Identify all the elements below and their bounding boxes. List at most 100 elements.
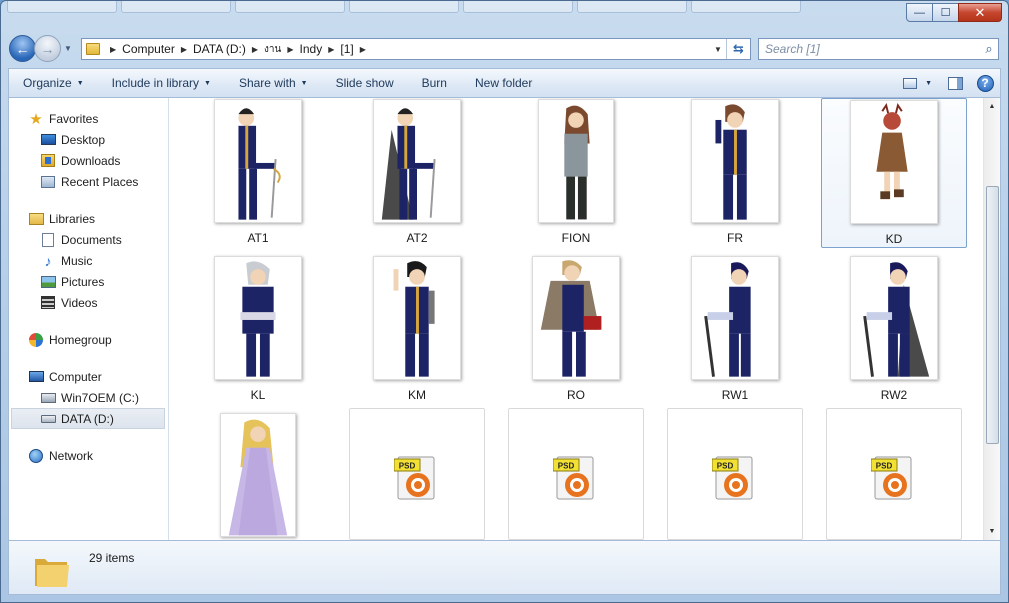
psd-file-icon: PSD bbox=[712, 456, 753, 500]
explorer-window: — ☐ ✕ ← → ▼ ▶ Computer ▶ DATA (D:) ▶ งาน… bbox=[0, 0, 1009, 603]
nav-network[interactable]: Network bbox=[9, 445, 168, 466]
burn-label: Burn bbox=[421, 76, 447, 90]
change-view-button[interactable] bbox=[899, 74, 921, 92]
breadcrumb-indy[interactable]: Indy bbox=[300, 42, 323, 56]
nav-documents[interactable]: Documents bbox=[9, 229, 168, 250]
burn-button[interactable]: Burn bbox=[408, 76, 461, 90]
background-taskbar-strip bbox=[1, 1, 891, 15]
file-tile-kl[interactable]: KL bbox=[185, 255, 331, 405]
refresh-icon: ⇆ bbox=[733, 41, 744, 56]
file-name: KL bbox=[250, 388, 266, 402]
scroll-down-arrow-icon[interactable]: ▼ bbox=[984, 523, 1000, 540]
character-figure-image bbox=[876, 102, 908, 200]
navigation-pane: ★ Favorites Desktop Downloads Recent Plac… bbox=[9, 98, 169, 540]
file-tile-km[interactable]: KM bbox=[344, 255, 490, 405]
search-box[interactable]: Search [1] ⌕ bbox=[758, 38, 999, 60]
nav-desktop[interactable]: Desktop bbox=[9, 129, 168, 150]
psd-badge-label: PSD bbox=[558, 462, 575, 471]
chevron-down-icon: ▼ bbox=[300, 79, 308, 87]
file-tile-rw1[interactable]: RW1 bbox=[662, 255, 808, 405]
breadcrumb-chevron-icon[interactable]: ▶ bbox=[328, 45, 334, 54]
network-group: Network bbox=[9, 445, 168, 466]
file-tile-psd[interactable]: PSD bbox=[508, 408, 644, 540]
share-with-menu[interactable]: Share with ▼ bbox=[225, 76, 322, 90]
file-tile-fion[interactable]: FION bbox=[503, 98, 649, 248]
file-tile-at2[interactable]: AT2 bbox=[344, 98, 490, 248]
nav-libraries-label: Libraries bbox=[49, 211, 96, 226]
file-tile-fr[interactable]: FR bbox=[662, 98, 808, 248]
view-options-dropdown[interactable]: ▼ bbox=[925, 80, 932, 87]
nav-desktop-label: Desktop bbox=[61, 132, 106, 147]
search-icon[interactable]: ⌕ bbox=[980, 41, 998, 57]
nav-pictures[interactable]: Pictures bbox=[9, 271, 168, 292]
vertical-scrollbar[interactable]: ▲ ▼ bbox=[983, 98, 1000, 540]
file-tile-dress-image[interactable] bbox=[185, 412, 331, 540]
nav-computer[interactable]: Computer bbox=[9, 366, 168, 387]
file-tile-psd[interactable]: PSD bbox=[826, 408, 962, 540]
image-thumbnail bbox=[220, 413, 296, 537]
file-tile-kd[interactable]: KD bbox=[821, 98, 967, 248]
include-in-library-menu[interactable]: Include in library ▼ bbox=[98, 76, 225, 90]
address-bar[interactable]: ▶ Computer ▶ DATA (D:) ▶ งาน ▶ Indy ▶ [1… bbox=[81, 38, 751, 60]
file-tile-at1[interactable]: AT1 bbox=[185, 98, 331, 248]
breadcrumb-work-folder[interactable]: งาน bbox=[264, 42, 281, 57]
help-button[interactable]: ? bbox=[974, 74, 996, 92]
nav-videos-label: Videos bbox=[61, 295, 98, 310]
file-tile-psd[interactable]: PSD bbox=[349, 408, 485, 540]
breadcrumb-chevron-icon[interactable]: ▶ bbox=[181, 45, 187, 54]
forward-button[interactable]: → bbox=[34, 35, 61, 62]
homegroup-icon bbox=[28, 332, 44, 347]
back-button[interactable]: ← bbox=[9, 35, 36, 62]
nav-drive-c[interactable]: Win7OEM (C:) bbox=[9, 387, 168, 408]
refresh-button[interactable]: ⇆ bbox=[726, 39, 750, 59]
nav-drive-d[interactable]: DATA (D:) bbox=[11, 408, 165, 429]
address-history-dropdown[interactable]: ▼ bbox=[710, 45, 726, 54]
image-thumbnail bbox=[373, 256, 461, 380]
breadcrumb-chevron-icon[interactable]: ▶ bbox=[360, 45, 366, 54]
breadcrumb-chevron-icon[interactable]: ▶ bbox=[252, 45, 258, 54]
preview-pane-icon bbox=[947, 76, 963, 90]
nav-recent-places[interactable]: Recent Places bbox=[9, 171, 168, 192]
favorites-group: ★ Favorites Desktop Downloads Recent Plac… bbox=[9, 108, 168, 192]
libraries-icon bbox=[28, 212, 44, 226]
breadcrumb-chevron-icon[interactable]: ▶ bbox=[287, 45, 293, 54]
recent-pages-dropdown[interactable]: ▼ bbox=[64, 44, 72, 53]
image-thumbnail bbox=[850, 100, 938, 224]
character-figure-image bbox=[228, 419, 288, 536]
background-tab bbox=[349, 1, 459, 13]
preview-pane-button[interactable] bbox=[944, 74, 966, 92]
nav-recent-places-label: Recent Places bbox=[61, 174, 139, 189]
breadcrumb-computer[interactable]: Computer bbox=[122, 42, 175, 56]
minimize-button[interactable]: — bbox=[906, 3, 933, 22]
folder-icon bbox=[35, 559, 69, 587]
slide-show-label: Slide show bbox=[335, 76, 394, 90]
psd-file-icon: PSD bbox=[871, 456, 912, 500]
windows-drive-icon bbox=[40, 391, 56, 405]
organize-menu[interactable]: Organize ▼ bbox=[9, 76, 98, 90]
close-button[interactable]: ✕ bbox=[958, 3, 1002, 22]
maximize-button[interactable]: ☐ bbox=[932, 3, 959, 22]
nav-music[interactable]: ♪ Music bbox=[9, 250, 168, 271]
nav-videos[interactable]: Videos bbox=[9, 292, 168, 313]
breadcrumb-chevron-icon[interactable]: ▶ bbox=[110, 45, 116, 54]
nav-homegroup[interactable]: Homegroup bbox=[9, 329, 168, 350]
drive-icon bbox=[40, 412, 56, 426]
breadcrumb-current-folder[interactable]: [1] bbox=[340, 42, 353, 56]
search-input[interactable]: Search [1] bbox=[765, 42, 980, 56]
nav-pictures-label: Pictures bbox=[61, 274, 105, 289]
file-tile-ro[interactable]: RO bbox=[503, 255, 649, 405]
breadcrumb-data-drive[interactable]: DATA (D:) bbox=[193, 42, 246, 56]
file-tile-psd[interactable]: PSD bbox=[667, 408, 803, 540]
homegroup-group: Homegroup bbox=[9, 329, 168, 350]
nav-downloads[interactable]: Downloads bbox=[9, 150, 168, 171]
scroll-up-arrow-icon[interactable]: ▲ bbox=[984, 98, 1000, 115]
slide-show-button[interactable]: Slide show bbox=[322, 76, 408, 90]
image-thumbnail bbox=[691, 99, 779, 223]
nav-libraries[interactable]: Libraries bbox=[9, 208, 168, 229]
nav-favorites[interactable]: ★ Favorites bbox=[9, 108, 168, 129]
new-folder-button[interactable]: New folder bbox=[461, 76, 546, 90]
nav-documents-label: Documents bbox=[61, 232, 122, 247]
scrollbar-thumb[interactable] bbox=[986, 186, 999, 444]
background-tab bbox=[235, 1, 345, 13]
file-tile-rw2[interactable]: RW2 bbox=[821, 255, 967, 405]
